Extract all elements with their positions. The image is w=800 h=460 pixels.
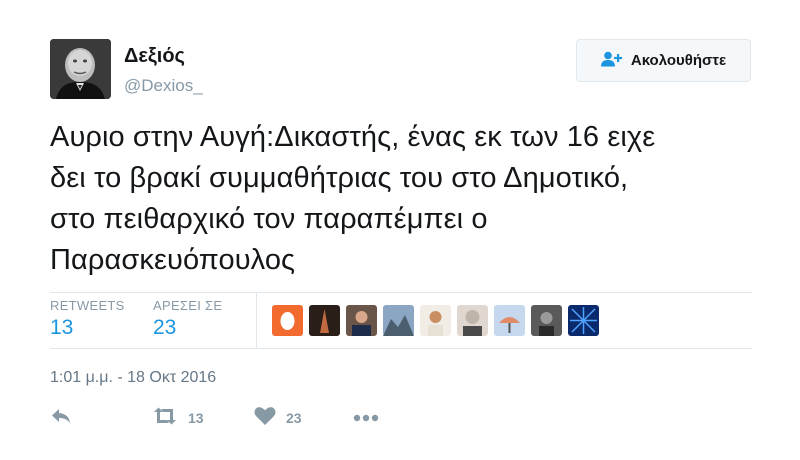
liker-avatar[interactable] [383,305,414,336]
retweet-button[interactable]: 13 [152,407,204,429]
tweet-text-line: δει το βρακί συμμαθήτριας του στο Δημοτι… [50,162,629,194]
stats-separator [256,292,257,348]
more-dots-icon [353,409,379,427]
tweet-text-line: Παρασκευόπουλος [50,244,296,276]
heart-icon [254,406,276,430]
liker-avatar[interactable] [494,305,525,336]
liker-avatar[interactable] [457,305,488,336]
likes-label[interactable]: ΑΡΕΣΕΙ ΣΕ [153,298,222,313]
tweet-text: Αυριο στην Αυγή:Δικαστής, ένας εκ των 16… [50,117,750,281]
tweet-text-line: Αυριο στην Αυγή:Δικαστής, ένας εκ των 16… [50,121,656,153]
avatar[interactable] [50,39,111,99]
retweet-action-count: 13 [188,410,204,426]
stats-bottom-divider [50,348,752,349]
liker-avatar[interactable] [346,305,377,336]
avatar-portrait-image [50,39,111,99]
liker-avatar[interactable] [568,305,599,336]
liker-avatars [272,305,599,336]
like-button[interactable]: 23 [254,407,302,429]
follow-button-label: Ακολουθήστε [630,52,727,69]
liker-avatar[interactable] [272,305,303,336]
reply-icon [50,407,72,430]
tweet-timestamp[interactable]: 1:01 μ.μ. - 18 Οκτ 2016 [50,369,216,387]
liker-avatar[interactable] [531,305,562,336]
user-display-name[interactable]: Δεξιός [124,45,185,68]
like-action-count: 23 [286,410,302,426]
follow-person-plus-icon [600,51,623,71]
follow-button[interactable]: Ακολουθήστε [576,39,751,82]
retweets-label[interactable]: RETWEETS [50,298,125,313]
reply-button[interactable] [50,407,72,429]
user-handle[interactable]: @Dexios_ [124,76,203,96]
retweets-count[interactable]: 13 [50,316,73,340]
stats-top-divider [50,292,752,293]
liker-avatar[interactable] [420,305,451,336]
tweet-card: Δεξιός @Dexios_ Ακολουθήστε Αυριο στην Α… [0,0,800,460]
likes-count[interactable]: 23 [153,316,176,340]
more-button[interactable] [353,407,379,429]
tweet-text-line: στο πειθαρχικό τον παραπέμπει ο [50,203,488,235]
retweet-icon [152,407,178,430]
liker-avatar[interactable] [309,305,340,336]
